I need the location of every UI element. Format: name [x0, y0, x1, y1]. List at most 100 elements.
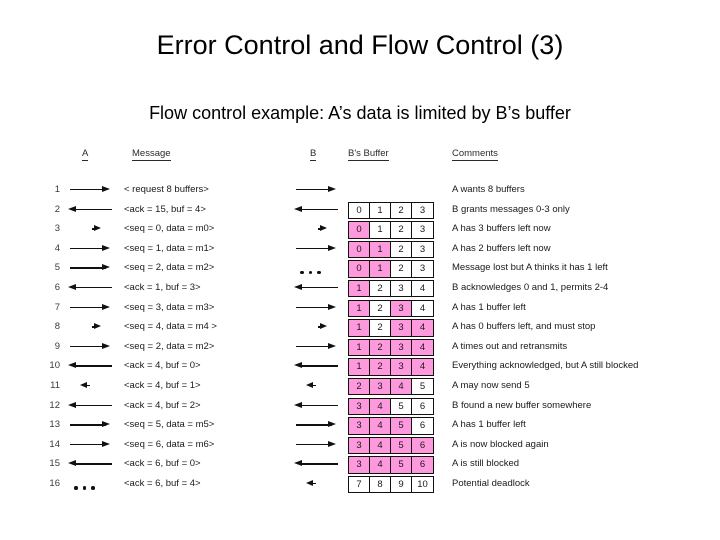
- b-buffer-grid: 2345: [348, 377, 434, 396]
- arrow-head: [320, 323, 327, 330]
- arrow-head: [320, 225, 327, 232]
- comment-text: A has 1 buffer left: [452, 301, 526, 313]
- buffer-slot: 3: [349, 418, 370, 434]
- arrow-head: [102, 342, 110, 349]
- table-body: 1 < request 8 buffers> A wants 8 buffers 2 <…: [42, 183, 714, 497]
- row-number: 14: [49, 438, 60, 450]
- arrow-head: [306, 479, 313, 486]
- table-row: 6 <ack = 1, buf = 3> 1 2 3 4 B acknowledges 0 …: [42, 279, 714, 301]
- buffer-slot: 2: [370, 339, 391, 356]
- arrow-b-left: [294, 359, 340, 373]
- buffer-slot: 4: [419, 302, 426, 314]
- column-header-b-buffer: B's Buffer: [348, 148, 389, 161]
- buffer-slot: 3: [391, 339, 412, 356]
- arrow-b-icon: [294, 222, 340, 236]
- b-buffer-grid: 1234: [348, 319, 434, 337]
- lost-message-dot: [74, 486, 78, 490]
- arrow-a-icon: [68, 203, 114, 217]
- buffer-slot: 1: [370, 241, 391, 258]
- lost-message-dot: [300, 270, 304, 275]
- arrow-b-right: [294, 438, 340, 452]
- buffer-slot: 2: [370, 359, 391, 375]
- message-text: <ack = 4, buf = 1>: [124, 379, 201, 391]
- arrow-a-icon: [68, 320, 114, 334]
- arrow-a-icon: [68, 242, 114, 256]
- table-row: 8 <seq = 4, data = m4 > 1 2 3 4 A has 0 buffer…: [42, 319, 714, 340]
- arrow-shaft: [70, 189, 106, 191]
- arrow-a-icon: [68, 301, 114, 315]
- arrow-head: [328, 342, 336, 349]
- message-text: <seq = 5, data = m5>: [124, 419, 215, 431]
- row-number: 3: [54, 223, 60, 235]
- arrow-head: [102, 264, 110, 271]
- comment-text: A is now blocked again: [452, 438, 549, 450]
- arrow-head: [94, 323, 101, 330]
- arrow-a-icon: [68, 281, 114, 295]
- arrow-shaft: [296, 424, 332, 426]
- arrow-head: [102, 421, 110, 428]
- arrow-b-left: [294, 457, 340, 471]
- buffer-slot: 4: [419, 282, 426, 294]
- buffer-slot: 5: [419, 380, 426, 392]
- arrow-a-icon: [68, 261, 114, 275]
- arrow-b-left: [294, 203, 340, 217]
- buffer-slot: 1: [349, 339, 370, 356]
- arrow-head: [102, 440, 110, 447]
- row-number: 16: [49, 477, 60, 489]
- arrow-b-icon: [294, 359, 340, 373]
- arrow-b-short-right: [294, 320, 340, 334]
- buffer-slot: 2: [370, 300, 391, 317]
- buffer-slot: 3: [391, 280, 412, 297]
- arrow-b-left: [294, 281, 340, 295]
- buffer-slot: 3: [391, 359, 412, 375]
- comment-text: B found a new buffer somewhere: [452, 399, 592, 411]
- row-number: 10: [49, 360, 60, 372]
- message-text: <ack = 1, buf = 3>: [124, 281, 201, 293]
- arrow-b-left: [294, 399, 340, 413]
- table-row: 3 <seq = 0, data = m0> 0 1 2 3 A has 3 buffers…: [42, 221, 714, 242]
- b-buffer-grid: 7 8 9 10: [348, 475, 434, 494]
- b-buffer-grid: 0123: [348, 240, 434, 259]
- arrow-head: [294, 401, 302, 408]
- table-row: 10 <ack = 4, buf = 0> 1 2 3 4 Everything ackno…: [42, 358, 714, 379]
- buffer-slot: 2: [391, 241, 412, 258]
- buffer-slot: 6: [412, 437, 433, 454]
- column-header-b: B: [310, 148, 317, 161]
- b-buffer-grid: 0123: [348, 260, 434, 278]
- arrow-head: [102, 186, 110, 192]
- arrow-a-left: [68, 203, 114, 217]
- buffer-slot: 1: [349, 280, 370, 297]
- buffer-slot: 5: [391, 437, 412, 454]
- arrow-b-icon: [294, 379, 340, 393]
- table-row: 11 <ack = 4, buf = 1> 2 3 4 5 A may now send 5: [42, 377, 714, 399]
- buffer-slot: 2: [370, 280, 391, 297]
- comment-text: A has 3 buffers left now: [452, 223, 551, 235]
- arrow-a-icon: [68, 379, 114, 393]
- message-text: <ack = 6, buf = 0>: [124, 458, 201, 470]
- buffer-slot: 7: [349, 476, 370, 493]
- buffer-slot: 4: [370, 437, 391, 454]
- arrow-shaft: [76, 208, 112, 210]
- row-number: 1: [54, 184, 60, 195]
- row-number: 2: [54, 203, 60, 215]
- arrow-b-icon: [294, 399, 340, 413]
- column-header-message: Message: [132, 148, 171, 161]
- arrow-head: [328, 244, 336, 251]
- table-row: 2 <ack = 15, buf = 4> 0 1 2 3 B grants message…: [42, 201, 714, 223]
- buffer-slot: 9: [391, 476, 412, 493]
- buffer-slot: 3: [419, 263, 426, 275]
- message-text: <seq = 2, data = m2>: [124, 262, 215, 274]
- table-row: 5 <seq = 2, data = m2> 0 1 2 3 Message lost bu…: [42, 260, 714, 281]
- arrow-b-icon: [294, 183, 340, 197]
- table-row: 7 <seq = 3, data = m3> 1 2 3 4 A has 1 buffer …: [42, 299, 714, 321]
- arrow-head: [102, 303, 110, 310]
- arrow-shaft: [70, 306, 106, 308]
- buffer-slot: 8: [370, 476, 391, 493]
- buffer-slot: 1: [370, 261, 391, 277]
- buffer-slot: 4: [370, 418, 391, 434]
- buffer-slot: 5: [391, 457, 412, 473]
- buffer-slot: 3: [391, 300, 412, 317]
- message-text: <seq = 0, data = m0>: [124, 223, 215, 235]
- message-text: <ack = 15, buf = 4>: [124, 203, 206, 215]
- table-row: 16 <ack = 6, buf = 4> 7 8 9 10 Potential deadl…: [42, 475, 714, 497]
